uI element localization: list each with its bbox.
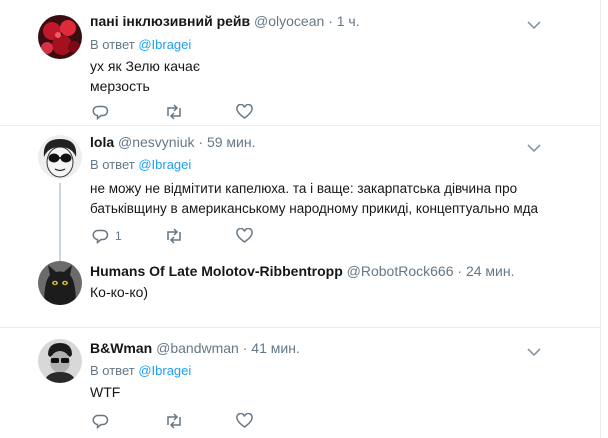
retweet-button[interactable] [164,102,184,122]
retweet-button[interactable] [164,226,184,246]
avatar-red-flowers-icon [38,15,82,59]
like-button[interactable] [236,102,253,122]
display-name[interactable]: B&Wman [90,340,152,356]
tweet-header: пані інклюзивний рейв @olyocean · 1 ч. [90,12,360,30]
avatar-sunglasses-face-icon [38,135,82,179]
tweet-actions [90,411,310,431]
heart-icon [236,413,253,428]
tweet-text: WTF [90,384,121,400]
timestamp[interactable]: 1 ч. [337,13,360,29]
separator-dot: · [328,13,333,29]
reply-context: В ответ @Ibragei [90,363,191,379]
reply-button[interactable] [92,411,109,431]
reply-count: 1 [115,229,122,243]
tweet-header: B&Wman @bandwman · 41 мин. [90,339,300,357]
reply-button[interactable] [92,102,109,122]
like-button[interactable] [236,226,253,246]
user-handle[interactable]: @bandwman [156,340,239,356]
separator-dot: · [457,263,463,279]
reply-prefix: В ответ [90,37,135,52]
tweet[interactable]: пані інклюзивний рейв @olyocean · 1 ч. В… [0,0,600,125]
avatar[interactable] [38,261,82,305]
tweet-header: lola @nesvyniuk · 59 мин. [90,133,255,151]
user-handle[interactable]: @olyocean [254,13,324,29]
avatar[interactable] [38,15,82,59]
heart-icon [236,228,253,243]
mention-link[interactable]: @Ibragei [138,157,191,172]
tweet-replies-panel: пані інклюзивний рейв @olyocean · 1 ч. В… [0,0,601,438]
reply-icon [92,229,109,244]
tweet[interactable]: B&Wman @bandwman · 41 мин. В ответ @Ibra… [0,328,600,438]
timestamp[interactable]: 59 мин. [207,134,256,150]
thread-connector [59,183,61,261]
display-name[interactable]: Humans Of Late Molotov-Ribbentropp [90,263,343,279]
tweet-text: ух як Зелю качає мерзость [90,58,200,94]
separator-dot: · [242,340,248,356]
tweet-actions [90,102,310,122]
timestamp[interactable]: 41 мин. [251,340,300,356]
timestamp[interactable]: 24 мин. [466,263,515,279]
user-handle[interactable]: @RobotRock666 [347,263,454,279]
chevron-down-icon[interactable] [527,140,541,153]
mention-link[interactable]: @Ibragei [138,37,191,52]
avatar-black-cat-icon [38,261,82,305]
mention-link[interactable]: @Ibragei [138,363,191,378]
reply-context: В ответ @Ibragei [90,37,191,53]
avatar[interactable] [38,135,82,179]
tweet-text: Ко-ко-ко) [90,284,149,300]
display-name[interactable]: lola [90,134,114,150]
separator-dot: · [198,134,204,150]
reply-icon [92,414,109,429]
tweet-header: Humans Of Late Molotov-Ribbentropp @Robo… [90,262,514,280]
reply-prefix: В ответ [90,363,135,378]
tweet-actions: 1 [90,226,310,246]
tweet-text: не можу не відмітити капелюха. та і ваще… [90,181,539,216]
reply-prefix: В ответ [90,157,135,172]
reply-context: В ответ @Ibragei [90,157,191,173]
chevron-down-icon[interactable] [527,17,541,30]
retweet-icon [167,104,181,120]
retweet-button[interactable] [164,411,184,431]
like-button[interactable] [236,411,253,431]
avatar-bw-person-icon [38,339,82,383]
retweet-icon [167,413,181,429]
heart-icon [236,104,253,119]
avatar[interactable] [38,339,82,383]
retweet-icon [167,228,181,244]
tweet[interactable]: lola @nesvyniuk · 59 мин. В ответ @Ibrag… [0,126,600,261]
user-handle[interactable]: @nesvyniuk [118,134,194,150]
reply-button[interactable]: 1 [92,226,122,246]
reply-icon [92,105,109,120]
display-name[interactable]: пані інклюзивний рейв [90,13,250,29]
tweet[interactable]: Humans Of Late Molotov-Ribbentropp @Robo… [0,256,600,327]
chevron-down-icon[interactable] [527,344,541,357]
